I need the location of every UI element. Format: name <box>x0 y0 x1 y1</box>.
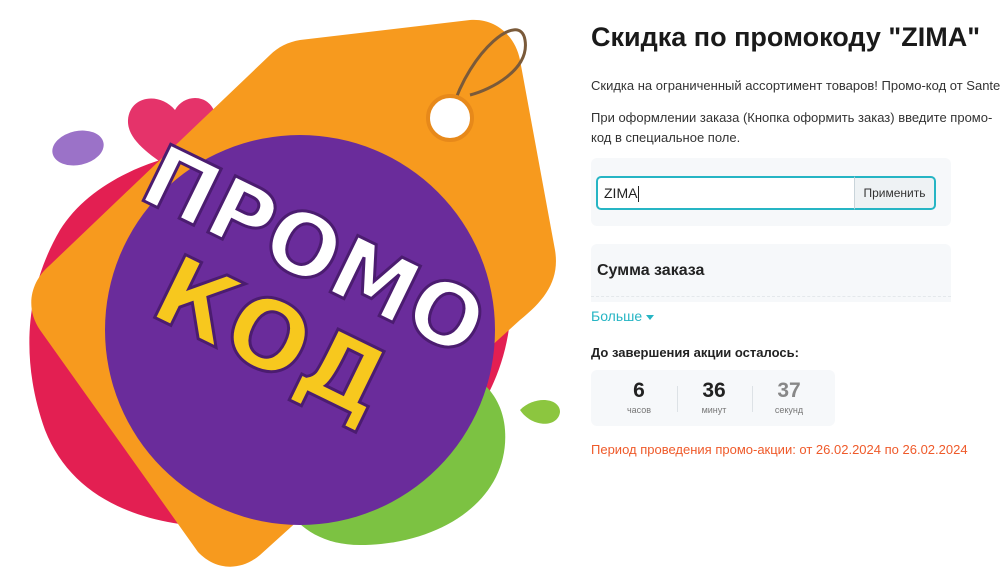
countdown-hours: 6 часов <box>599 370 679 426</box>
countdown-timer: 6 часов 36 минут 37 секунд <box>591 370 835 426</box>
divider <box>591 296 951 301</box>
seconds-value: 37 <box>777 379 801 402</box>
apply-button[interactable]: Применить <box>854 176 936 210</box>
intro-text: Скидка на ограниченный ассортимент товар… <box>591 78 1000 93</box>
promo-code-illustration: ПРОМО КОД <box>29 19 560 567</box>
minutes-value: 36 <box>702 379 726 402</box>
green-leaf <box>520 400 560 424</box>
promo-period: Период проведения промо-акции: от 26.02.… <box>591 442 968 457</box>
promo-code-value: ZIMA <box>604 185 638 201</box>
countdown-seconds: 37 секунд <box>749 370 829 426</box>
tag-hole <box>426 94 474 142</box>
promo-code-input[interactable]: ZIMA <box>596 176 856 210</box>
order-summary-title: Сумма заказа <box>597 262 705 279</box>
text-cursor <box>638 186 640 203</box>
hours-value: 6 <box>633 379 645 402</box>
more-link[interactable]: Больше <box>591 308 655 324</box>
countdown-minutes: 36 минут <box>674 370 754 426</box>
countdown-label: До завершения акции осталось: <box>591 345 799 360</box>
more-label: Больше <box>591 308 643 324</box>
seconds-unit: секунд <box>774 405 804 415</box>
chevron-down-icon <box>646 314 655 320</box>
instruction-text: При оформлении заказа (Кнопка оформить з… <box>591 110 993 145</box>
order-summary-panel: Сумма заказа <box>591 244 951 302</box>
purple-blob <box>52 130 104 166</box>
minutes-unit: минут <box>701 405 727 415</box>
page-title: Скидка по промокоду "ZIMA" <box>591 22 980 52</box>
promo-code-panel: ZIMA Применить <box>591 158 951 226</box>
hours-unit: часов <box>626 405 652 415</box>
promo-details: Скидка по промокоду "ZIMA" Скидка на огр… <box>591 0 1000 580</box>
